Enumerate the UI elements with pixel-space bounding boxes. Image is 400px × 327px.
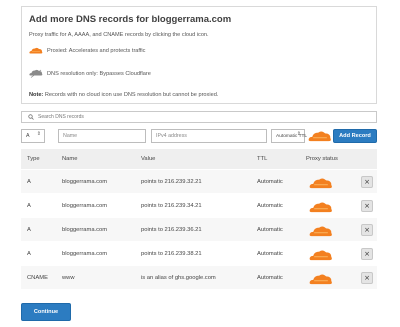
orange-cloud-icon[interactable] [308, 130, 332, 142]
table-row[interactable]: CNAME www is an alias of ghs.google.com … [21, 265, 377, 289]
delete-record-button[interactable]: × [361, 224, 373, 236]
gray-cloud-icon [29, 69, 43, 78]
header-type: Type [27, 156, 40, 162]
cell-value: points to 216.239.38.21 [141, 251, 202, 257]
legend-dns-only: DNS resolution only: Bypasses Cloudflare [29, 69, 151, 79]
cell-type: A [27, 251, 31, 257]
ttl-value: Automatic TTL [276, 133, 308, 139]
delete-record-button[interactable]: × [361, 248, 373, 260]
orange-cloud-icon[interactable] [309, 273, 333, 285]
ttl-select[interactable]: Automatic TTL ⇕ [271, 129, 308, 143]
delete-record-button[interactable]: × [361, 176, 373, 188]
cell-value: points to 216.239.34.21 [141, 203, 202, 209]
table-row[interactable]: A bloggerrama.com points to 216.239.36.2… [21, 217, 377, 241]
note-label: Note: [29, 92, 44, 98]
table-header: Type Name Value TTL Proxy status [21, 149, 377, 169]
table-row[interactable]: A bloggerrama.com points to 216.239.38.2… [21, 241, 377, 265]
orange-cloud-icon[interactable] [309, 225, 333, 237]
cell-ttl: Automatic [257, 179, 283, 185]
orange-cloud-icon[interactable] [309, 249, 333, 261]
record-type-select[interactable]: A ⇕ [21, 129, 45, 143]
search-input[interactable] [38, 114, 338, 120]
cell-ttl: Automatic [257, 203, 283, 209]
cell-name: bloggerrama.com [62, 251, 108, 257]
header-name: Name [62, 156, 78, 162]
continue-button[interactable]: Continue [21, 303, 71, 321]
ipv4-address-input[interactable] [151, 129, 267, 143]
select-arrows-icon: ⇕ [296, 131, 301, 137]
orange-cloud-icon[interactable] [309, 201, 333, 213]
legend-proxied: Proxied: Accelerates and protects traffi… [29, 47, 145, 54]
record-name-input[interactable] [58, 129, 146, 143]
info-note: Note: Records with no cloud icon use DNS… [29, 92, 218, 98]
orange-cloud-icon [29, 47, 43, 54]
table-row[interactable]: A bloggerrama.com points to 216.239.32.2… [21, 169, 377, 193]
legend-dns-only-label: DNS resolution only: Bypasses Cloudflare [47, 71, 151, 77]
delete-record-button[interactable]: × [361, 272, 373, 284]
cell-type: A [27, 203, 31, 209]
search-bar[interactable] [21, 111, 377, 123]
cell-name: www [62, 275, 75, 281]
cell-type: A [27, 227, 31, 233]
header-ttl: TTL [257, 156, 268, 162]
add-record-form: A ⇕ Automatic TTL ⇕ Add Record [21, 129, 377, 143]
record-type-value: A [26, 133, 30, 139]
dns-records-table: Type Name Value TTL Proxy status A blogg… [21, 149, 377, 289]
delete-record-button[interactable]: × [361, 200, 373, 212]
select-arrows-icon: ⇕ [36, 131, 41, 137]
cell-ttl: Automatic [257, 275, 283, 281]
cell-name: bloggerrama.com [62, 203, 108, 209]
cell-name: bloggerrama.com [62, 227, 108, 233]
header-value: Value [141, 156, 156, 162]
page-title: Add more DNS records for bloggerrama.com [29, 14, 232, 25]
cell-name: bloggerrama.com [62, 179, 108, 185]
cell-value: points to 216.239.36.21 [141, 227, 202, 233]
table-row[interactable]: A bloggerrama.com points to 216.239.34.2… [21, 193, 377, 217]
note-text: Records with no cloud icon use DNS resol… [43, 92, 219, 98]
info-panel: Add more DNS records for bloggerrama.com… [21, 6, 377, 104]
cell-value: points to 216.239.32.21 [141, 179, 202, 185]
cell-type: A [27, 179, 31, 185]
cell-type: CNAME [27, 275, 48, 281]
cell-ttl: Automatic [257, 227, 283, 233]
orange-cloud-icon[interactable] [309, 177, 333, 189]
add-record-button[interactable]: Add Record [333, 129, 377, 143]
cell-ttl: Automatic [257, 251, 283, 257]
cell-value: is an alias of ghs.google.com [141, 275, 216, 281]
header-proxy-status: Proxy status [306, 156, 338, 162]
search-icon [28, 114, 34, 120]
legend-proxied-label: Proxied: Accelerates and protects traffi… [47, 47, 146, 54]
info-subtitle: Proxy traffic for A, AAAA, and CNAME rec… [29, 32, 209, 38]
